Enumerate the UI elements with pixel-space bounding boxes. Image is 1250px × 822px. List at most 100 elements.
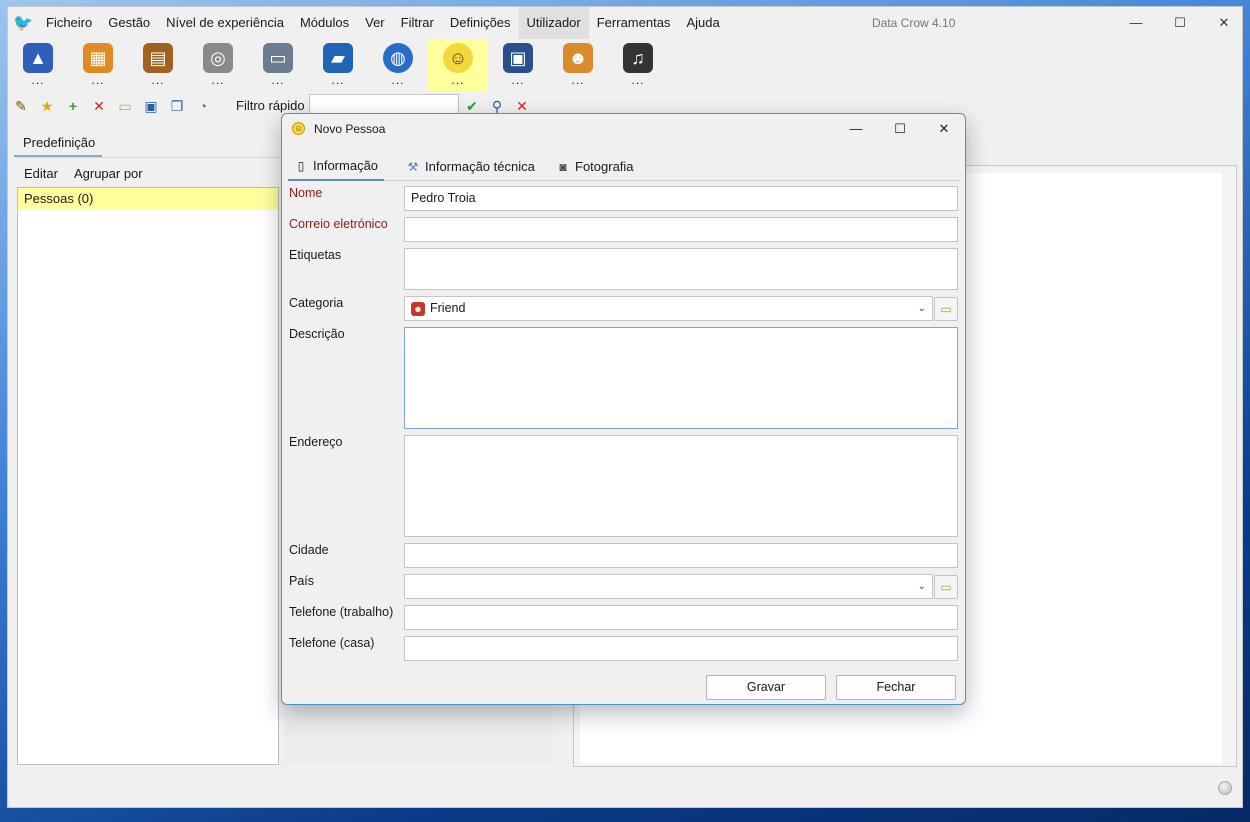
- module-button-selected[interactable]: ☺ ...: [428, 39, 488, 91]
- crow-logo-icon: 🐦: [13, 15, 33, 32]
- tel-trabalho-field[interactable]: [404, 605, 958, 630]
- users-icon: ☻: [563, 43, 593, 73]
- gravar-button[interactable]: Gravar: [706, 675, 826, 700]
- status-indicator-icon: [1218, 781, 1232, 795]
- categoria-folder-button[interactable]: ▭: [934, 297, 958, 321]
- chart-icon[interactable]: ◔: [194, 97, 212, 115]
- save-all-icon[interactable]: ❐: [168, 97, 186, 115]
- module-button[interactable]: ▲ ...: [8, 39, 68, 91]
- menu-gestao[interactable]: Gestão: [100, 7, 158, 39]
- chevron-down-icon: ⌄: [917, 303, 926, 314]
- blue-book-icon: ▰: [323, 43, 353, 73]
- floppy-disk-icon: ▣: [503, 43, 533, 73]
- module-button[interactable]: ▭ ...: [248, 39, 308, 91]
- menu-ver[interactable]: Ver: [357, 7, 393, 39]
- tab-fotografia[interactable]: ◙ Fotografia: [550, 152, 640, 181]
- categoria-value: Friend: [430, 301, 466, 315]
- film-reel-icon: ◎: [203, 43, 233, 73]
- module-button[interactable]: ☻ ...: [548, 39, 608, 91]
- software-box-icon: ▦: [83, 43, 113, 73]
- email-label: Correio eletrónico: [289, 217, 388, 231]
- fechar-button[interactable]: Fechar: [836, 675, 956, 700]
- cidade-label: Cidade: [289, 543, 329, 557]
- smiley-icon: ☺: [443, 43, 473, 73]
- menu-ferramentas[interactable]: Ferramentas: [589, 7, 679, 39]
- module-button[interactable]: ▰ ...: [308, 39, 368, 91]
- endereco-label: Endereço: [289, 435, 343, 449]
- endereco-field[interactable]: [404, 435, 958, 537]
- pais-label: País: [289, 574, 315, 588]
- friend-category-icon: ☻: [411, 301, 425, 316]
- pais-select[interactable]: ⌄: [404, 574, 933, 599]
- dialog-minimize-button[interactable]: —: [846, 119, 866, 139]
- tel-trabalho-label: Telefone (trabalho): [289, 605, 394, 619]
- menu-ajuda[interactable]: Ajuda: [678, 7, 727, 39]
- dialog-maximize-button[interactable]: ☐: [890, 119, 910, 139]
- module-toolbar: ▲ ... ▦ ... ▤ ... ◎ ... ▭ ... ▰ ... ◍ ..…: [8, 39, 1242, 91]
- novo-pessoa-dialog: ☺ Novo Pessoa — ☐ ✕ ▯ Informação ⚒ Infor…: [281, 113, 966, 705]
- tab-label: Informação: [313, 157, 379, 173]
- dialog-titlebar: ☺ Novo Pessoa — ☐ ✕: [282, 114, 965, 144]
- tab-predefinicao[interactable]: Predefinição: [14, 131, 102, 157]
- minimize-button[interactable]: —: [1126, 13, 1146, 33]
- menu-ficheiro[interactable]: Ficheiro: [38, 7, 100, 39]
- headphones-icon: ♫: [623, 43, 653, 73]
- menu-modulos[interactable]: Módulos: [292, 7, 357, 39]
- add-icon[interactable]: +: [64, 97, 82, 115]
- pais-folder-button[interactable]: ▭: [934, 575, 958, 599]
- categoria-select[interactable]: ☻ Friend ⌄: [404, 296, 933, 321]
- chevron-down-icon: ⌄: [917, 581, 926, 592]
- menu-nivel-experiencia[interactable]: Nível de experiência: [158, 7, 292, 39]
- smiley-icon: ☺: [292, 122, 305, 135]
- group-tree: Pessoas (0): [17, 187, 279, 765]
- tab-label: Informação técnica: [425, 158, 535, 174]
- menu-agrupar-por[interactable]: Agrupar por: [66, 166, 151, 181]
- left-menu: Editar Agrupar por: [16, 166, 151, 181]
- book-cabinet-icon: ▤: [143, 43, 173, 73]
- email-field[interactable]: [404, 217, 958, 242]
- wrench-icon: ⚒: [407, 159, 419, 174]
- module-button[interactable]: ▦ ...: [68, 39, 128, 91]
- globe-icon: ◍: [383, 43, 413, 73]
- menu-definicoes[interactable]: Definições: [442, 7, 519, 39]
- module-button[interactable]: ▤ ...: [128, 39, 188, 91]
- tree-item-pessoas[interactable]: Pessoas (0): [18, 188, 278, 210]
- cidade-field[interactable]: [404, 543, 958, 568]
- etiquetas-label: Etiquetas: [289, 248, 342, 262]
- folder-icon[interactable]: ▭: [116, 97, 134, 115]
- menu-filtrar[interactable]: Filtrar: [393, 7, 442, 39]
- document-icon: ▯: [297, 158, 305, 173]
- tel-casa-label: Telefone (casa): [289, 636, 375, 650]
- menu-utilizador[interactable]: Utilizador: [518, 7, 589, 39]
- dialog-title: Novo Pessoa: [314, 122, 386, 136]
- module-button[interactable]: ◍ ...: [368, 39, 428, 91]
- wizard-hat-icon: ▲: [23, 43, 53, 73]
- window-title: Data Crow 4.10: [872, 16, 956, 30]
- save-icon[interactable]: ▣: [142, 97, 160, 115]
- etiquetas-field[interactable]: [404, 248, 958, 290]
- tel-casa-field[interactable]: [404, 636, 958, 661]
- nome-label: Nome: [289, 186, 323, 200]
- quick-filter-label: Filtro rápido: [236, 98, 305, 113]
- nome-field[interactable]: Pedro Troia: [404, 186, 958, 211]
- divider: [14, 157, 280, 158]
- tab-informacao[interactable]: ▯ Informação: [288, 152, 385, 181]
- tab-label: Fotografia: [575, 158, 634, 174]
- maximize-button[interactable]: ☐: [1170, 13, 1190, 33]
- delete-icon[interactable]: ✕: [90, 97, 108, 115]
- module-button[interactable]: ♫ ...: [608, 39, 668, 91]
- tab-informacao-tecnica[interactable]: ⚒ Informação técnica: [400, 152, 541, 181]
- module-button[interactable]: ◎ ...: [188, 39, 248, 91]
- descricao-field[interactable]: [404, 327, 958, 429]
- picture-icon: ▭: [263, 43, 293, 73]
- close-window-button[interactable]: ✕: [1214, 13, 1234, 33]
- module-button[interactable]: ▣ ...: [488, 39, 548, 91]
- categoria-label: Categoria: [289, 296, 344, 310]
- star-icon[interactable]: ★: [38, 97, 56, 115]
- magic-wand-icon[interactable]: ✎: [12, 97, 30, 115]
- descricao-label: Descrição: [289, 327, 345, 341]
- menu-bar: 🐦 Ficheiro Gestão Nível de experiência M…: [8, 7, 1242, 39]
- menu-editar[interactable]: Editar: [16, 166, 66, 181]
- dialog-close-button[interactable]: ✕: [934, 119, 954, 139]
- camera-icon: ◙: [559, 159, 567, 174]
